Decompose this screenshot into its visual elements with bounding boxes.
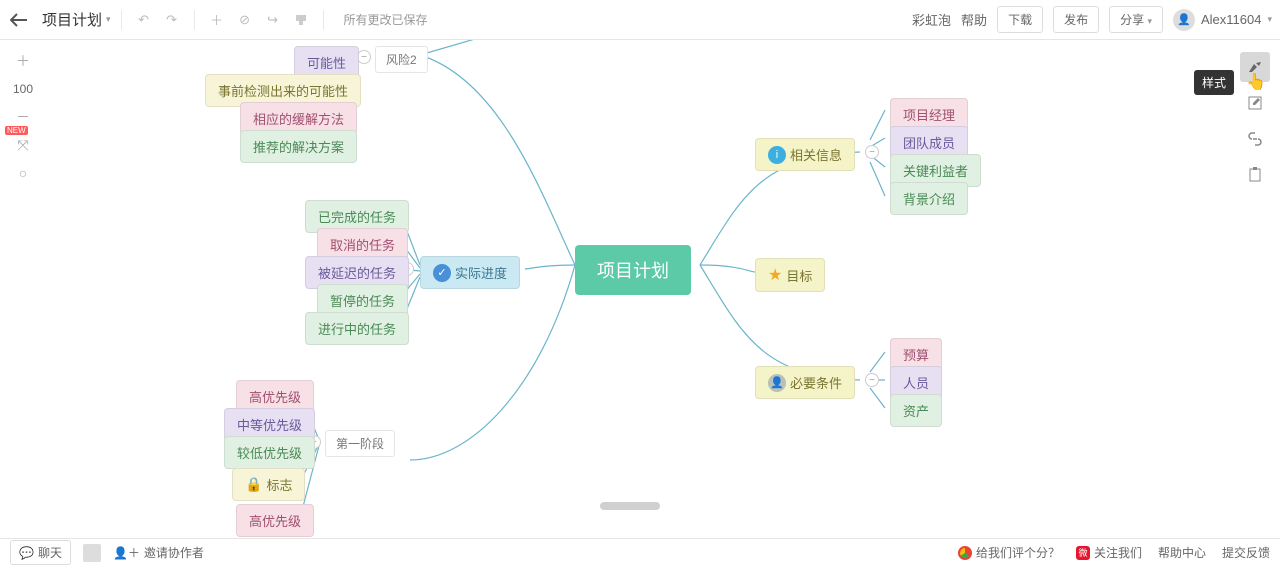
invite-button[interactable]: 👤＋ 邀请协作者 [113, 544, 204, 561]
title-caret-icon: ▾ [106, 14, 111, 25]
horizontal-scrollbar[interactable] [600, 502, 660, 510]
info-icon: i [768, 146, 786, 164]
root-node[interactable]: 项目计划 [575, 245, 691, 295]
rainbow-link[interactable]: 彩虹泡 [912, 10, 951, 29]
separator [323, 10, 324, 30]
collapse-toggle[interactable]: − [865, 145, 879, 159]
node-flag[interactable]: 🔒 标志 [232, 468, 305, 501]
node-lowpri[interactable]: 较低优先级 [224, 436, 315, 469]
weibo-icon: 微 [1076, 546, 1090, 560]
mindmap-canvas[interactable]: 项目计划 i 相关信息 − 项目经理 团队成员 关键利益者 背景介绍 ★ 目标 … [0, 40, 1280, 538]
save-status: 所有更改已保存 [344, 11, 428, 28]
chat-icon: 💬 [19, 546, 34, 560]
node-progress[interactable]: ✓ 实际进度 [420, 256, 520, 289]
node-goal[interactable]: ★ 目标 [755, 258, 825, 292]
node-related-info[interactable]: i 相关信息 [755, 138, 855, 171]
chat-button[interactable]: 💬 聊天 [10, 540, 71, 565]
format-button[interactable] [289, 8, 313, 32]
forward-button[interactable]: ↪ [261, 8, 285, 32]
collapse-toggle[interactable]: − [357, 50, 371, 64]
username: Alex11604 [1201, 12, 1261, 27]
check-icon: ✓ [433, 264, 451, 282]
download-button[interactable]: 下载 [997, 6, 1043, 33]
separator [194, 10, 195, 30]
topbar-right: 彩虹泡 帮助 下载 发布 分享 ▾ 👤 Alex11604 ▾ [912, 6, 1272, 33]
help-link[interactable]: 帮助 [961, 10, 987, 29]
add-button[interactable]: ＋ [205, 8, 229, 32]
add-user-icon: 👤＋ [113, 544, 140, 561]
chrome-icon [958, 546, 972, 560]
collapse-toggle[interactable]: − [865, 373, 879, 387]
bottom-bar: 💬 聊天 👤＋ 邀请协作者 给我们评个分？ 微 关注我们 帮助中心 提交反馈 [0, 538, 1280, 566]
node-risk2[interactable]: 风险2 [375, 46, 428, 73]
feedback-link[interactable]: 提交反馈 [1222, 544, 1270, 561]
collaborator-avatar[interactable] [83, 544, 101, 562]
node-background[interactable]: 背景介绍 [890, 182, 968, 215]
separator [121, 10, 122, 30]
avatar: 👤 [1173, 9, 1195, 31]
follow-link[interactable]: 微 关注我们 [1076, 544, 1142, 561]
help-center-link[interactable]: 帮助中心 [1158, 544, 1206, 561]
star-icon: ★ [768, 265, 782, 285]
top-toolbar: 项目计划 ▾ ↶ ↷ ＋ ⊘ ↪ 所有更改已保存 彩虹泡 帮助 下载 发布 分享… [0, 0, 1280, 40]
node-stage1[interactable]: 第一阶段 [325, 430, 395, 457]
title-text: 项目计划 [42, 9, 102, 30]
node-assets[interactable]: 资产 [890, 394, 942, 427]
rate-link[interactable]: 给我们评个分？ [958, 544, 1060, 561]
undo-button[interactable]: ↶ [132, 8, 156, 32]
node-requirements[interactable]: 👤 必要条件 [755, 366, 855, 399]
share-button[interactable]: 分享 ▾ [1109, 6, 1163, 33]
lock-icon: 🔒 [245, 476, 262, 493]
node-inprogress[interactable]: 进行中的任务 [305, 312, 409, 345]
back-button[interactable] [8, 9, 30, 31]
node-solution[interactable]: 推荐的解决方案 [240, 130, 357, 163]
user-icon: 👤 [768, 374, 786, 392]
redo-button[interactable]: ↷ [160, 8, 184, 32]
node-highpri2[interactable]: 高优先级 [236, 504, 314, 537]
document-title[interactable]: 项目计划 ▾ [42, 9, 111, 30]
user-menu[interactable]: 👤 Alex11604 ▾ [1173, 9, 1272, 31]
bottom-right: 给我们评个分？ 微 关注我们 帮助中心 提交反馈 [958, 544, 1270, 561]
publish-button[interactable]: 发布 [1053, 6, 1099, 33]
block-button[interactable]: ⊘ [233, 8, 257, 32]
user-caret-icon: ▾ [1267, 14, 1272, 25]
